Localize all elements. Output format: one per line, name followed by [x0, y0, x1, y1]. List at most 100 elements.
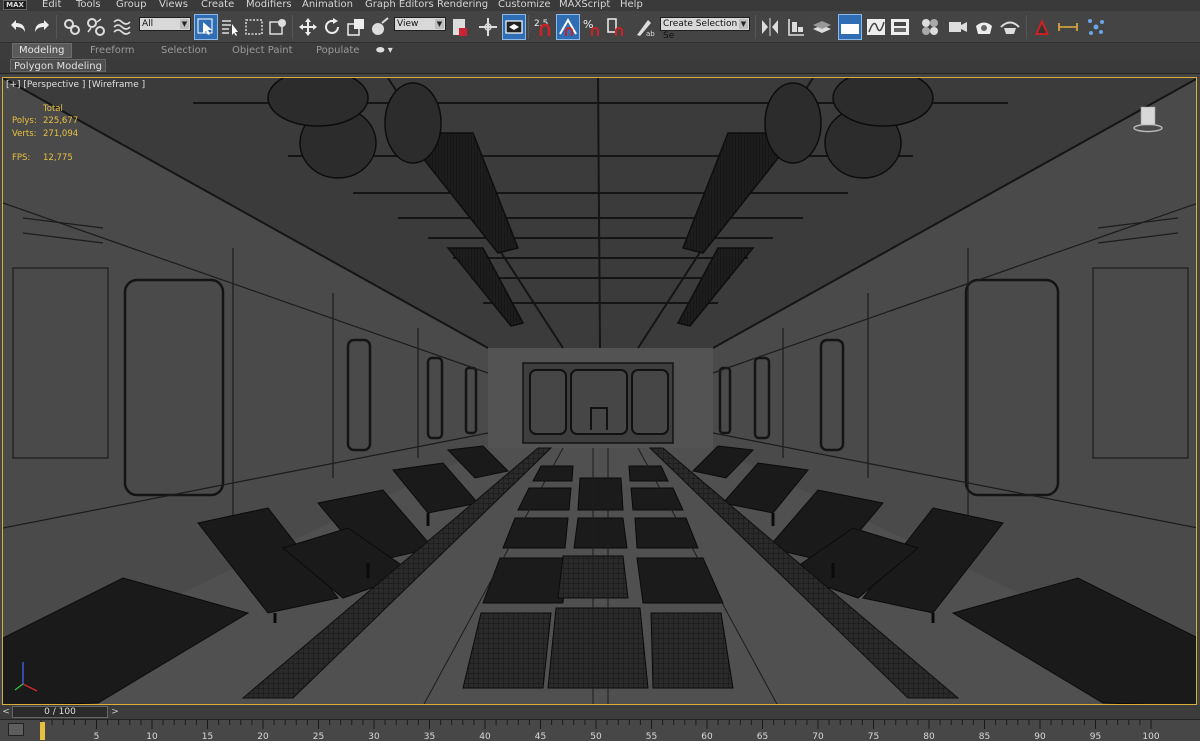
measure-distance-icon[interactable] — [1056, 14, 1080, 40]
scale-icon[interactable] — [344, 14, 368, 40]
ribbon-options-icon[interactable]: ⬬ ▾ — [376, 44, 393, 58]
ruler-tick-label: 85 — [979, 732, 990, 741]
viewport-label[interactable]: [+] [Perspective ] [Wireframe ] — [6, 80, 145, 90]
ribbon-tab-bar: Modeling Freeform Selection Object Paint… — [0, 43, 1200, 59]
link-icon[interactable] — [60, 14, 84, 40]
frame-ruler: 5 10 15 20 25 30 35 40 45 50 55 60 65 70 75 80 85 90 95 100 — [40, 720, 1160, 741]
time-next-button[interactable]: > — [110, 706, 120, 718]
chevron-down-icon: ▼ — [739, 19, 748, 29]
ruler-tick-label: 30 — [368, 732, 380, 741]
chevron-down-icon: ▼ — [180, 19, 189, 29]
axis-tripod-icon — [14, 662, 38, 692]
ruler-tick-label: 55 — [646, 732, 657, 741]
menu-bar: MAX Edit Tools Group Views Create Modifiers An… — [0, 0, 1200, 11]
spinner-snap-icon[interactable] — [604, 14, 628, 40]
reference-coord-value: View — [397, 19, 419, 29]
ruler-tick-label: 50 — [590, 732, 602, 741]
chevron-down-icon: ▼ — [435, 19, 444, 29]
tab-populate[interactable]: Populate — [316, 44, 359, 58]
bind-space-warp-icon[interactable] — [110, 14, 134, 40]
tab-freeform[interactable]: Freeform — [90, 44, 135, 58]
svg-text:abc: abc — [646, 30, 655, 38]
percent-snap-icon[interactable]: % — [580, 14, 604, 40]
menu-group[interactable]: Group — [116, 0, 146, 11]
menu-graph-editors[interactable]: Graph Editors — [365, 0, 434, 11]
stats-header: Total — [43, 104, 63, 114]
ribbon-panel: Polygon Modeling — [0, 59, 1200, 74]
open-mini-curve-editor-icon[interactable] — [8, 723, 24, 736]
move-icon[interactable] — [296, 14, 320, 40]
menu-customize[interactable]: Customize — [498, 0, 551, 11]
reference-coord-dropdown[interactable]: View ▼ — [394, 17, 446, 31]
time-slider-thumb[interactable]: 0 / 100 — [12, 706, 108, 718]
ruler-tick-label: 25 — [313, 732, 324, 741]
wireframe-scene — [3, 78, 1196, 704]
verts-label: Verts: — [12, 128, 37, 139]
angle-snap-icon[interactable] — [556, 14, 580, 40]
selection-filter-value: All — [142, 19, 154, 29]
time-prev-button[interactable]: < — [1, 706, 11, 718]
menu-maxscript[interactable]: MAXScript — [559, 0, 610, 11]
app-logo[interactable]: MAX — [3, 0, 27, 10]
edit-named-sets-icon[interactable]: abc — [632, 14, 656, 40]
menu-views[interactable]: Views — [159, 0, 188, 11]
time-slider[interactable]: < 0 / 100 > — [0, 705, 1200, 719]
select-by-name-icon[interactable] — [218, 14, 242, 40]
selection-filter-dropdown[interactable]: All ▼ — [139, 17, 191, 31]
undo-icon[interactable] — [6, 14, 30, 40]
track-bar[interactable]: 5 10 15 20 25 30 35 40 45 50 55 60 65 70 75 80 85 90 95 100 — [0, 719, 1200, 741]
render-setup-icon[interactable] — [946, 14, 970, 40]
polys-label: Polys: — [12, 116, 37, 127]
menu-edit[interactable]: Edit — [42, 0, 61, 11]
ruler-tick-label: 15 — [202, 732, 213, 741]
ruler-tick-label: 90 — [1034, 732, 1046, 741]
pivot-icon[interactable] — [448, 14, 472, 40]
ruler-tick-label: 75 — [868, 732, 879, 741]
scatter-icon[interactable] — [1084, 14, 1108, 40]
material-editor-icon[interactable] — [918, 14, 942, 40]
ruler-tick-label: 60 — [701, 732, 713, 741]
rotate-icon[interactable] — [320, 14, 344, 40]
a360-icon[interactable] — [1030, 14, 1054, 40]
stats-header-row: Total — [12, 103, 78, 115]
tab-selection[interactable]: Selection — [161, 44, 207, 58]
rect-region-icon[interactable] — [242, 14, 266, 40]
fps-row: FPS: 12,775 — [12, 152, 78, 164]
rendered-frame-window-icon[interactable] — [972, 14, 996, 40]
tab-modeling[interactable]: Modeling — [12, 43, 72, 58]
named-selection-dropdown[interactable]: Create Selection Se ▼ — [660, 17, 750, 41]
keyboard-shortcut-override-icon[interactable] — [502, 14, 526, 40]
render-icon[interactable] — [998, 14, 1022, 40]
align-icon[interactable] — [784, 14, 808, 40]
mirror-icon[interactable] — [758, 14, 782, 40]
menu-animation[interactable]: Animation — [302, 0, 353, 11]
menu-create[interactable]: Create — [201, 0, 234, 11]
current-frame-marker[interactable] — [40, 722, 45, 740]
verts-value: 271,094 — [43, 128, 79, 139]
toggle-layer-explorer-icon[interactable] — [810, 14, 834, 40]
curve-editor-icon[interactable] — [864, 14, 888, 40]
ruler-tick-label: 35 — [424, 732, 435, 741]
perspective-viewport[interactable]: [+] [Perspective ] [Wireframe ] Total Po… — [2, 77, 1197, 705]
window-crossing-icon[interactable] — [266, 14, 290, 40]
place-icon[interactable] — [368, 14, 392, 40]
menu-tools[interactable]: Tools — [76, 0, 101, 11]
snaps-toggle-icon[interactable]: 2.5 — [532, 14, 556, 40]
select-object-icon[interactable] — [194, 14, 218, 40]
schematic-view-icon[interactable] — [888, 14, 912, 40]
polygon-modeling-panel[interactable]: Polygon Modeling — [10, 59, 106, 72]
ruler-tick-label: 40 — [479, 732, 491, 741]
ruler-tick-label: 80 — [923, 732, 935, 741]
menu-help[interactable]: Help — [620, 0, 643, 11]
menu-rendering[interactable]: Rendering — [437, 0, 488, 11]
named-selection-placeholder: Create Selection Se — [663, 19, 738, 41]
tab-object-paint[interactable]: Object Paint — [232, 44, 293, 58]
ruler-tick-label: 5 — [94, 732, 100, 741]
unlink-icon[interactable] — [84, 14, 108, 40]
redo-icon[interactable] — [30, 14, 54, 40]
menu-modifiers[interactable]: Modifiers — [246, 0, 292, 11]
polys-row: Polys: 225,677 — [12, 115, 78, 127]
viewcube-icon[interactable] — [1133, 105, 1163, 133]
toggle-ribbon-icon[interactable] — [838, 14, 862, 40]
select-manipulate-icon[interactable] — [476, 14, 500, 40]
